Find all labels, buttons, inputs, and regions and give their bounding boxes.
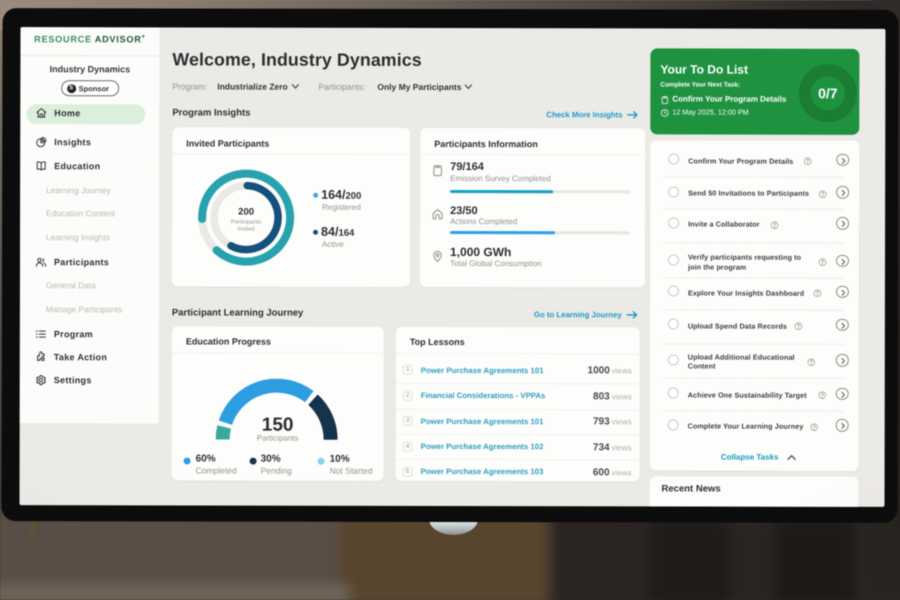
svg-text:Invited: Invited xyxy=(238,227,255,233)
svg-text:Participants: Participants xyxy=(231,220,261,226)
svg-text:200: 200 xyxy=(238,207,254,218)
svg-text:0/7: 0/7 xyxy=(818,85,838,101)
